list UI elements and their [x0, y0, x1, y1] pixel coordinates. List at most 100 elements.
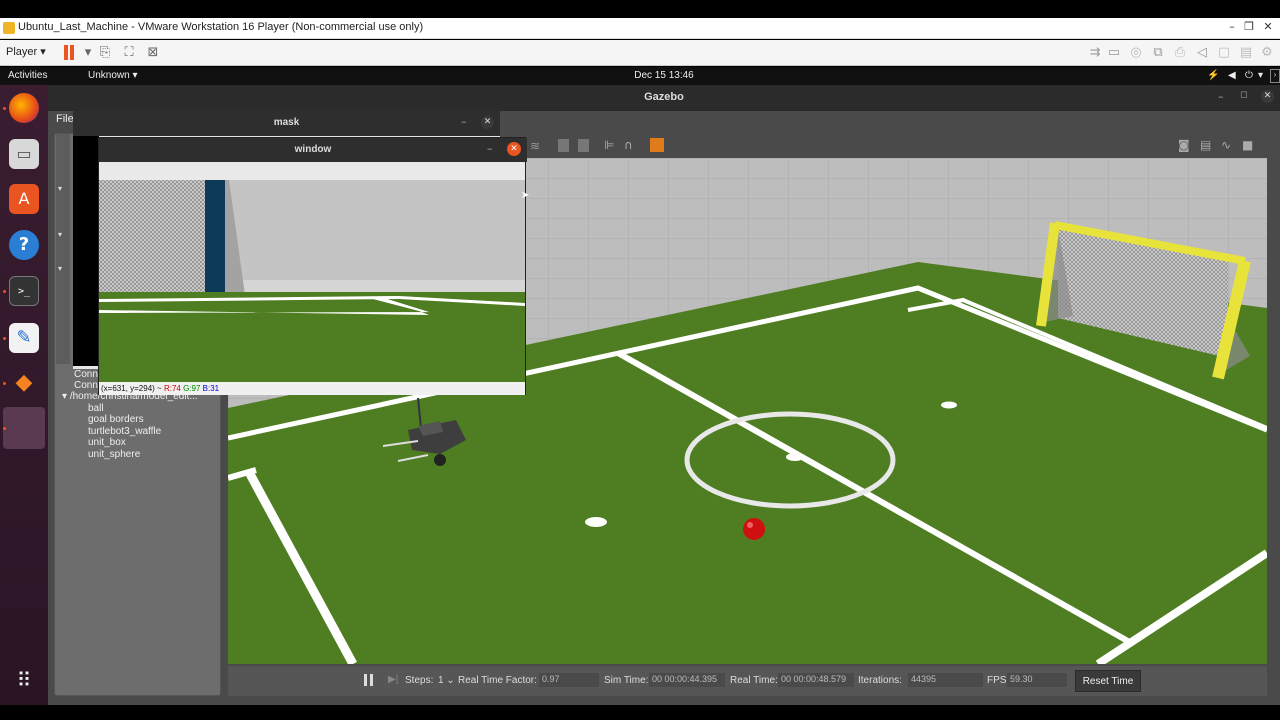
- file-menu[interactable]: File: [56, 113, 74, 125]
- gazebo-icon[interactable]: ◆: [9, 368, 39, 398]
- close-button[interactable]: ✕: [1258, 20, 1278, 36]
- terminal-icon[interactable]: >_: [9, 276, 39, 306]
- status-coords: (x=631, y=294) ~: [101, 384, 162, 393]
- chevron-right-icon[interactable]: ›: [1270, 69, 1280, 83]
- tree-item-goal-borders[interactable]: goal borders: [88, 414, 144, 425]
- camera-image: [99, 180, 525, 382]
- tree-item-unit-box[interactable]: unit_box: [88, 437, 126, 448]
- sound-card-icon[interactable]: ◁: [1194, 45, 1210, 61]
- cd-drive-icon[interactable]: ◎: [1128, 45, 1144, 61]
- gazebo-minimize-button[interactable]: –: [1218, 90, 1224, 103]
- step-icon[interactable]: ▶|: [388, 674, 398, 685]
- tree-item[interactable]: Conn: [74, 380, 98, 391]
- vmware-window-title: Ubuntu_Last_Machine - VMware Workstation…: [18, 21, 424, 33]
- record-icon[interactable]: [650, 138, 664, 152]
- running-indicator: [3, 427, 6, 430]
- camera-titlebar[interactable]: window – ✕: [99, 138, 527, 162]
- settings-icon[interactable]: ⚙: [1259, 45, 1275, 61]
- tree-item-turtlebot[interactable]: turtlebot3_waffle: [88, 426, 161, 437]
- pause-icon[interactable]: [364, 674, 374, 686]
- log-icon[interactable]: ▤: [1200, 138, 1211, 152]
- unity-mode-icon[interactable]: ⊠: [145, 45, 161, 61]
- close-button[interactable]: ✕: [507, 142, 521, 156]
- power-icon[interactable]: ⏻: [1245, 70, 1253, 81]
- maximize-button[interactable]: ❐: [1239, 20, 1259, 36]
- tree-item-ball[interactable]: ball: [88, 403, 104, 414]
- printer-icon[interactable]: ⎙: [1172, 45, 1188, 61]
- sim-time-label: Sim Time:: [604, 675, 649, 686]
- camera-window-title: window: [294, 144, 332, 155]
- video-icon[interactable]: ■: [1242, 138, 1253, 152]
- plot-icon[interactable]: ∿: [1221, 138, 1231, 152]
- message-log-icon[interactable]: ▤: [1238, 45, 1254, 61]
- close-button[interactable]: ✕: [481, 116, 494, 129]
- clock[interactable]: Dec 15 13:46: [0, 70, 1280, 81]
- align-icon[interactable]: ⊫: [604, 138, 614, 152]
- gazebo-maximize-button[interactable]: ◻: [1240, 90, 1247, 100]
- hard-disk-icon[interactable]: ▭: [1106, 45, 1122, 61]
- network-device-icon[interactable]: ⇉: [1087, 45, 1103, 61]
- ball-highlight: [747, 522, 753, 528]
- copy-icon[interactable]: [558, 139, 569, 152]
- steps-value: 1: [438, 675, 444, 686]
- tree-item-unit-sphere[interactable]: unit_sphere: [88, 449, 140, 460]
- camera-status-bar: (x=631, y=294) ~ R:74 G:97 B:31: [99, 382, 525, 395]
- vmware-titlebar: Ubuntu_Last_Machine - VMware Workstation…: [0, 18, 1280, 39]
- usb-device-icon[interactable]: ⧉: [1150, 45, 1166, 61]
- display-icon[interactable]: ▢: [1216, 45, 1232, 61]
- running-indicator: [3, 290, 6, 293]
- iterations-value: 44395: [908, 673, 983, 687]
- panel-tab-strip: ▾ ▾ ▾: [56, 134, 70, 364]
- active-app-highlight[interactable]: [3, 407, 45, 449]
- send-ctrl-alt-del-icon[interactable]: ⎘: [97, 45, 113, 61]
- running-indicator: [3, 107, 6, 110]
- steps-stepper[interactable]: 1 ⌄: [438, 675, 455, 686]
- software-center-icon[interactable]: A: [9, 184, 39, 214]
- minimize-button[interactable]: –: [461, 115, 467, 128]
- player-menu[interactable]: Player ▾: [6, 45, 46, 58]
- chevron-down-icon[interactable]: ▾: [58, 184, 62, 193]
- paste-icon[interactable]: [578, 139, 589, 152]
- reset-time-button[interactable]: Reset Time: [1075, 670, 1141, 692]
- mask-window-title: mask: [273, 117, 300, 128]
- fps-label: FPS:: [987, 675, 1010, 686]
- ubuntu-dock: ▭ A ? >_ ✎ ◆ ⠿: [0, 85, 48, 705]
- minimize-button[interactable]: –: [487, 142, 493, 155]
- camera-window[interactable]: window – ✕ (x=631, y=294) ~ R:74 G:97 B:…: [98, 137, 527, 395]
- tree-item[interactable]: Conn: [74, 369, 98, 380]
- camera-icon[interactable]: ◙: [1178, 138, 1190, 152]
- steps-label: Steps:: [405, 675, 434, 686]
- mask-image: [73, 136, 99, 366]
- iterations-label: Iterations:: [858, 675, 902, 686]
- gazebo-close-button[interactable]: ✕: [1261, 90, 1274, 103]
- vmware-app-icon: [3, 22, 15, 34]
- firefox-icon[interactable]: [9, 93, 39, 123]
- gazebo-titlebar: Gazebo – ◻ ✕: [48, 85, 1280, 111]
- vmware-toolbar: Player ▾ ▾ ⎘ ⛶ ⊠ ⇉ ▭ ◎ ⧉ ⎙ ◁ ▢ ▤ ⚙: [0, 40, 1280, 66]
- snap-icon[interactable]: ≋: [530, 139, 540, 153]
- show-apps-icon[interactable]: ⠿: [9, 665, 39, 695]
- network-icon[interactable]: ⚡: [1207, 70, 1219, 81]
- pause-vm-icon[interactable]: [63, 45, 75, 60]
- time-panel: ▶| Steps: 1 ⌄ Real Time Factor: 0.97 Sim…: [228, 666, 1267, 696]
- text-editor-icon[interactable]: ✎: [9, 323, 39, 353]
- player-menu-label: Player: [6, 46, 38, 58]
- mouse-cursor-icon: ➤: [521, 190, 530, 201]
- chevron-down-icon[interactable]: ▾: [1258, 70, 1263, 81]
- chevron-down-icon[interactable]: ▾: [80, 45, 96, 61]
- fit-guest-icon[interactable]: ⛶: [121, 45, 137, 61]
- mask-titlebar[interactable]: mask – ✕: [73, 111, 500, 136]
- chevron-down-icon[interactable]: ▾: [58, 264, 62, 273]
- help-icon[interactable]: ?: [9, 230, 39, 260]
- center-spot: [786, 453, 804, 461]
- running-indicator: [3, 337, 6, 340]
- chevron-down-icon: ▾: [62, 391, 68, 402]
- chevron-down-icon[interactable]: ▾: [58, 230, 62, 239]
- files-icon[interactable]: ▭: [9, 139, 39, 169]
- chevron-down-icon: ▾: [40, 46, 46, 58]
- status-blue: B:31: [202, 384, 220, 393]
- volume-icon[interactable]: ◀: [1228, 70, 1236, 81]
- magnet-icon[interactable]: ∩: [624, 138, 633, 152]
- right-splitter[interactable]: [1268, 133, 1276, 696]
- penalty-spot: [585, 517, 607, 527]
